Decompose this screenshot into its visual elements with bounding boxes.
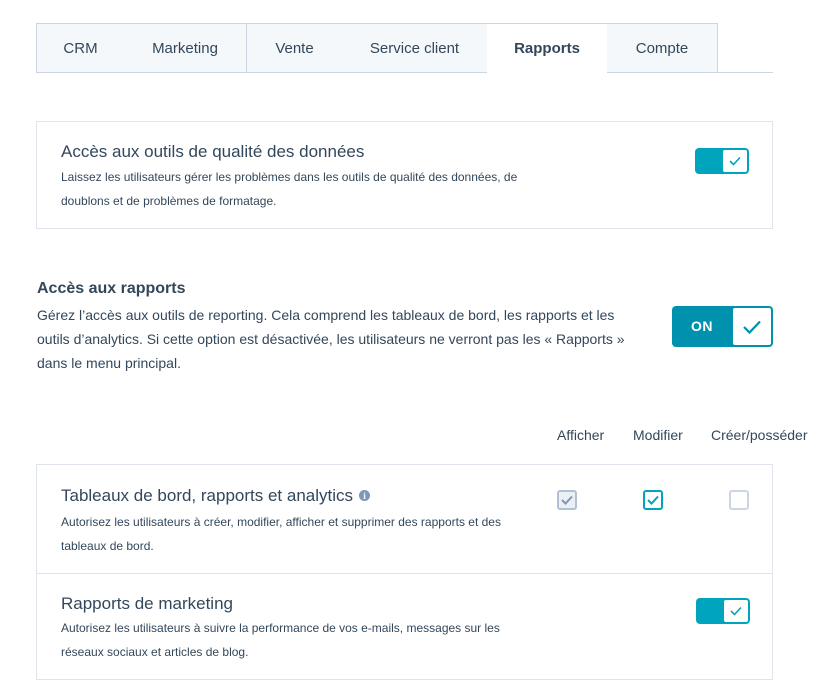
check-icon [730,606,742,616]
tab-crm[interactable]: CRM [36,23,125,73]
dashboards-title: Tableaux de bord, rapports et analytics [61,486,354,505]
dashboards-description: Autorisez les utilisateurs à créer, modi… [61,515,501,553]
data-quality-description: Laissez les utilisateurs gérer les probl… [61,170,518,208]
check-icon [743,320,761,334]
column-header-view: Afficher [557,427,605,443]
reports-permissions-card: Tableaux de bord, rapports et analytics i… [36,464,773,680]
tab-service-client[interactable]: Service client [342,23,488,73]
toggle-knob [723,599,749,623]
check-icon [729,156,741,166]
dashboards-row-title: Tableaux de bord, rapports et analytics i [61,486,371,506]
info-icon[interactable]: i [359,490,371,502]
reports-access-title: Accès aux rapports [37,280,186,297]
reports-access-toggle[interactable]: ON [672,306,773,347]
column-header-create-own: Créer/posséder [711,427,808,443]
reports-access-description: Gérez l’accès aux outils de reporting. C… [37,307,625,371]
check-icon [647,495,659,505]
marketing-reports-toggle[interactable] [696,598,750,624]
toggle-knob [722,149,748,173]
data-quality-title: Accès aux outils de qualité des données [61,142,365,161]
tab-label: Service client [369,39,460,57]
tab-bar: CRM Marketing Vente Service client Rappo… [36,23,773,73]
tab-label: Compte [635,39,689,57]
tab-label: Vente [275,39,314,57]
edit-checkbox[interactable] [643,490,663,510]
toggle-on-label: ON [691,318,713,334]
data-quality-toggle[interactable] [695,148,749,174]
marketing-reports-title: Rapports de marketing [61,594,233,613]
data-quality-card: Accès aux outils de qualité des données … [36,121,773,229]
row-divider [37,573,772,574]
tab-compte[interactable]: Compte [607,23,718,73]
column-header-edit: Modifier [633,427,683,443]
check-icon [561,495,573,505]
create-own-checkbox[interactable] [729,490,749,510]
tab-marketing[interactable]: Marketing [124,23,247,73]
tab-label: Rapports [514,39,580,57]
toggle-knob [732,307,772,346]
tab-vente[interactable]: Vente [247,23,343,73]
tab-label: CRM [63,39,98,57]
tab-label: Marketing [152,39,218,57]
view-checkbox[interactable] [557,490,577,510]
tab-rapports[interactable]: Rapports [487,23,608,73]
marketing-reports-description: Autorisez les utilisateurs à suivre la p… [61,621,500,659]
